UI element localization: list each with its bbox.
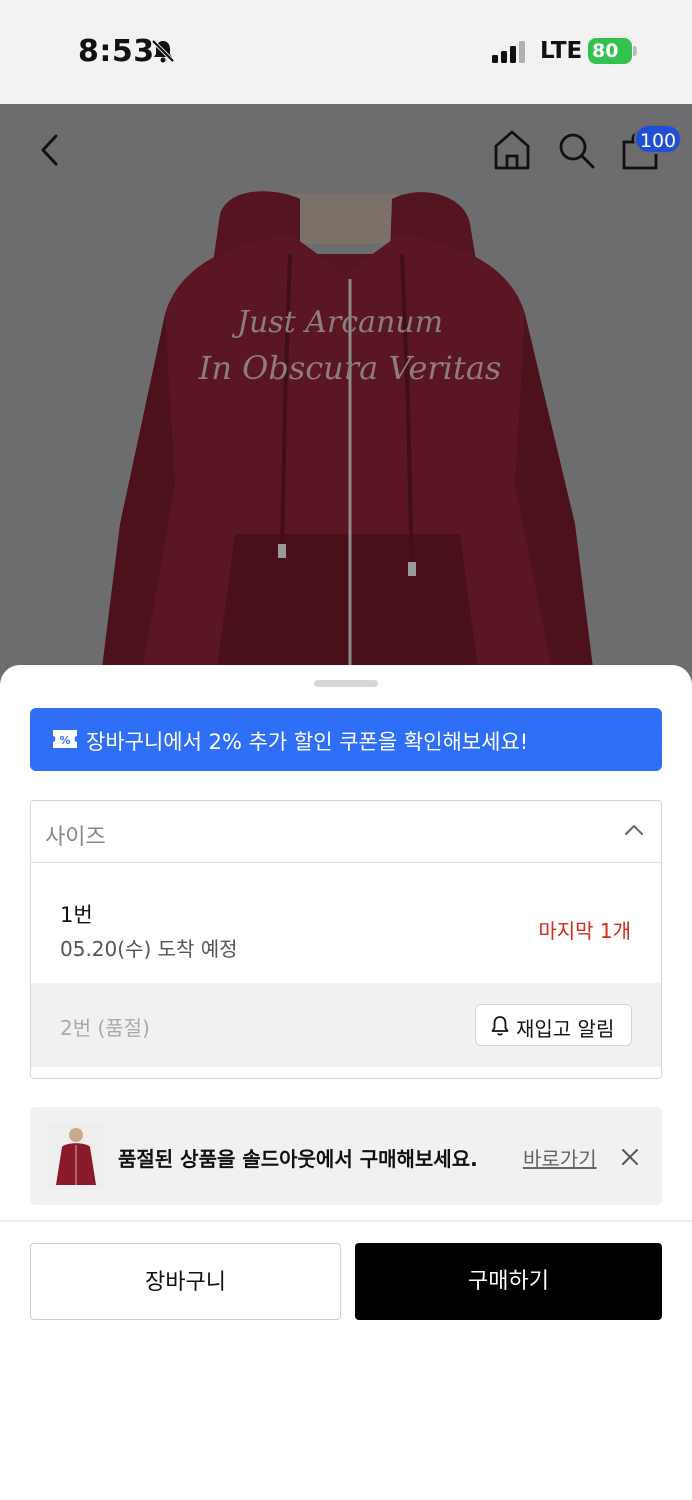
buy-now-button[interactable]: 구매하기: [355, 1243, 662, 1320]
svg-text:%: %: [59, 734, 70, 747]
soldout-product-thumbnail: [48, 1123, 104, 1189]
network-type: LTE: [540, 38, 583, 64]
chevron-up-icon: [625, 825, 643, 835]
option-bottom-sheet: % 장바구니에서 2% 추가 할인 쿠폰을 확인해보세요! 사이즈 1번 05.…: [0, 665, 692, 1500]
restock-alert-button[interactable]: 재입고 알림: [475, 1004, 632, 1046]
size-select-header[interactable]: 사이즈: [31, 801, 661, 863]
divider: [0, 1220, 692, 1222]
print-line-2: In Obscura Veritas: [198, 349, 502, 387]
signal-icon: [492, 41, 525, 63]
hoodie-image: Just Arcanum In Obscura Veritas: [0, 104, 692, 684]
search-icon[interactable]: [556, 130, 596, 170]
bell-icon: [491, 1016, 509, 1036]
status-time: 8:53: [78, 34, 155, 69]
cart-count-badge: 100: [634, 124, 682, 154]
soldout-banner: 품절된 상품을 솔드아웃에서 구매해보세요. 바로가기: [30, 1107, 662, 1205]
size-option-1[interactable]: 1번 05.20(수) 도착 예정 마지막 1개: [31, 863, 661, 983]
restock-alert-label: 재입고 알림: [516, 1017, 615, 1041]
coupon-banner[interactable]: % 장바구니에서 2% 추가 할인 쿠폰을 확인해보세요!: [30, 708, 662, 771]
status-bar: 8:53 LTE 80: [0, 0, 692, 104]
battery-icon: 80: [588, 38, 637, 64]
coupon-banner-text: 장바구니에서 2% 추가 할인 쿠폰을 확인해보세요!: [86, 730, 529, 754]
size-option-2: 2번 (품절) 재입고 알림: [31, 983, 661, 1067]
option-name: 2번 (품절): [60, 1016, 150, 1040]
option-stock-badge: 마지막 1개: [538, 919, 631, 943]
add-to-cart-button[interactable]: 장바구니: [30, 1243, 341, 1320]
option-name: 1번: [60, 903, 93, 927]
battery-level: 80: [592, 40, 619, 62]
back-icon[interactable]: [36, 130, 66, 170]
sheet-handle[interactable]: [314, 680, 378, 687]
product-image: Just Arcanum In Obscura Veritas: [0, 104, 692, 684]
coupon-icon: %: [53, 730, 77, 748]
soldout-shortcut-link[interactable]: 바로가기: [523, 1143, 597, 1172]
bell-muted-icon: [151, 39, 175, 63]
close-icon[interactable]: [619, 1146, 641, 1168]
size-select: 사이즈 1번 05.20(수) 도착 예정 마지막 1개 2번 (품절) 재입고…: [30, 800, 662, 1079]
soldout-message: 품절된 상품을 솔드아웃에서 구매해보세요.: [118, 1147, 478, 1171]
option-delivery: 05.20(수) 도착 예정: [60, 937, 238, 961]
home-icon[interactable]: [492, 128, 532, 172]
size-select-label: 사이즈: [45, 825, 106, 850]
print-line-1: Just Arcanum: [231, 305, 443, 340]
